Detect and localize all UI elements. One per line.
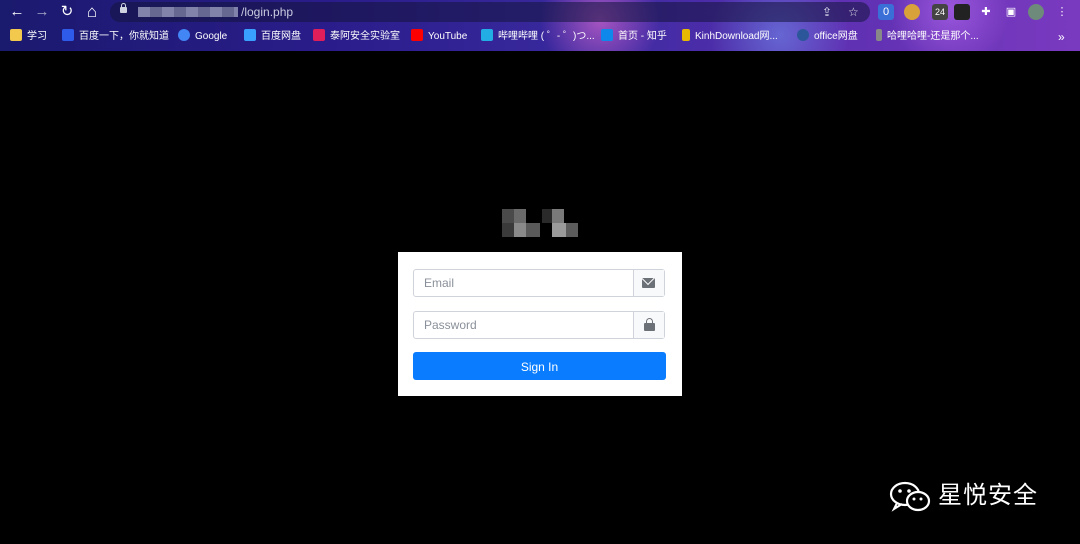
bookmark-office[interactable]: office网盘 bbox=[797, 29, 858, 45]
password-addon bbox=[633, 312, 664, 338]
site-logo-redacted bbox=[502, 209, 578, 237]
google-icon bbox=[178, 29, 190, 41]
star-icon[interactable]: ☆ bbox=[848, 5, 859, 19]
bookmark-bilibili[interactable]: 哔哩哔哩 ( ゜- ゜)つ... bbox=[481, 29, 595, 45]
youtube-icon bbox=[411, 29, 423, 41]
sidebar-icon[interactable]: ▣ bbox=[1003, 4, 1019, 20]
back-button[interactable]: ← bbox=[8, 3, 26, 21]
folder-icon bbox=[10, 29, 22, 41]
extension-icon-1[interactable]: 0 bbox=[878, 4, 894, 20]
profile-avatar[interactable] bbox=[1028, 4, 1044, 20]
bookmark-taia-lab[interactable]: 泰阿安全实验室 bbox=[313, 29, 400, 45]
extension-icon-3[interactable]: 24 bbox=[932, 4, 948, 20]
share-icon[interactable]: ⇪ bbox=[822, 5, 832, 19]
halihali-icon bbox=[876, 29, 882, 41]
bookmark-study[interactable]: 学习 bbox=[10, 29, 47, 45]
kinhdownload-icon bbox=[682, 29, 690, 41]
office-icon bbox=[797, 29, 809, 41]
watermark-text: 星悦安全 bbox=[938, 482, 1038, 509]
password-input[interactable] bbox=[414, 312, 634, 338]
bookmark-baidu-netdisk[interactable]: 百度网盘 bbox=[244, 29, 301, 45]
menu-icon[interactable]: ⋮ bbox=[1054, 4, 1070, 20]
baidu-netdisk-icon bbox=[244, 29, 256, 41]
bookmark-zhihu[interactable]: 首页 - 知乎 bbox=[601, 29, 667, 45]
bookmarks-overflow-button[interactable]: » bbox=[1058, 29, 1065, 45]
bookmark-baidu[interactable]: 百度一下，你就知道 bbox=[62, 29, 169, 45]
url-redacted-domain bbox=[138, 7, 238, 17]
puzzle-icon[interactable]: ✚ bbox=[978, 4, 994, 20]
url-path: /login.php bbox=[241, 5, 294, 19]
wechat-icon bbox=[889, 481, 931, 512]
lock-icon[interactable] bbox=[120, 3, 127, 13]
forward-button[interactable]: → bbox=[33, 3, 51, 21]
slack-icon bbox=[313, 29, 325, 41]
bookmarks-bar: 学习 百度一下，你就知道 Google 百度网盘 泰阿安全实验室 YouTube… bbox=[0, 26, 1080, 48]
extension-icon-2[interactable] bbox=[904, 4, 920, 20]
watermark: 星悦安全 bbox=[888, 478, 1058, 514]
login-form: Sign In bbox=[398, 252, 682, 396]
sign-in-button[interactable]: Sign In bbox=[413, 352, 666, 380]
bookmark-google[interactable]: Google bbox=[178, 29, 227, 45]
padlock-icon bbox=[644, 318, 655, 331]
browser-chrome: ← → ↻ ⌂ /login.php ⇪ ☆ 0 24 ✚ ▣ ⋮ 学习 百度一… bbox=[0, 0, 1080, 51]
bookmark-halihali[interactable]: 哈哩哈哩-还是那个... bbox=[876, 29, 979, 45]
email-field-group bbox=[413, 269, 665, 297]
home-button[interactable]: ⌂ bbox=[83, 3, 101, 21]
email-input[interactable] bbox=[414, 270, 634, 296]
bookmark-youtube[interactable]: YouTube bbox=[411, 29, 467, 45]
email-addon bbox=[633, 270, 664, 296]
baidu-icon bbox=[62, 29, 74, 41]
browser-toolbar: ← → ↻ ⌂ /login.php ⇪ ☆ 0 24 ✚ ▣ ⋮ bbox=[0, 0, 1080, 24]
envelope-icon bbox=[642, 278, 655, 288]
bookmark-kinhdownload[interactable]: KinhDownload网... bbox=[682, 29, 778, 45]
extension-icon-4[interactable] bbox=[954, 4, 970, 20]
bilibili-icon bbox=[481, 29, 493, 41]
password-field-group bbox=[413, 311, 665, 339]
reload-button[interactable]: ↻ bbox=[58, 3, 76, 21]
zhihu-icon bbox=[601, 29, 613, 41]
address-bar[interactable]: /login.php ⇪ ☆ bbox=[110, 2, 870, 22]
